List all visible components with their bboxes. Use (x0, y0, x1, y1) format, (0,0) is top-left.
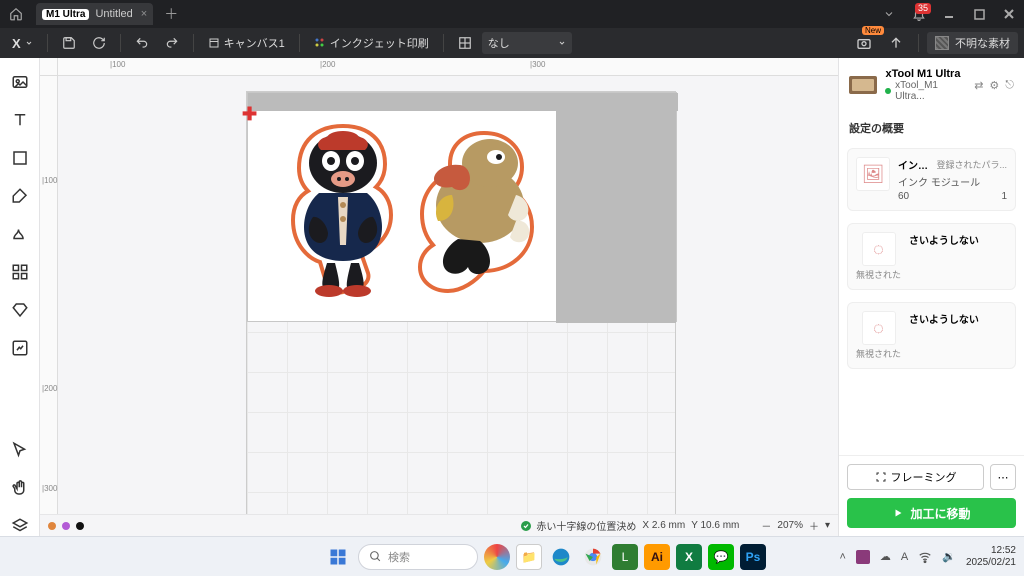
ignored-tag: 無視された (856, 347, 901, 360)
ignored-tag: 無視された (856, 268, 901, 281)
ruler-horizontal: |100 |200 |300 (58, 58, 838, 76)
layer-thumb-icon: 🖼 (856, 157, 890, 191)
artwork-duck-character[interactable] (398, 127, 538, 297)
taskbar-app-illustrator[interactable]: Ai (644, 544, 670, 570)
camera-overlay-button[interactable]: New (850, 32, 878, 54)
tool-select[interactable] (10, 440, 30, 460)
send-button[interactable] (882, 32, 910, 54)
tool-trace[interactable] (10, 338, 30, 358)
new-badge: New (862, 26, 884, 35)
more-button[interactable]: ⋯ (990, 464, 1016, 490)
layer-card[interactable]: ◌ 無視された さいようしない (847, 302, 1016, 369)
zoom-value: 207% (777, 520, 803, 531)
layer-card[interactable]: 🖼 インクジェッ...登録されたパラ... インク モジュール 601 (847, 148, 1016, 211)
taskbar-app-copilot[interactable] (484, 544, 510, 570)
layer-thumb-icon: ◌ (862, 232, 896, 266)
ruler-vertical: |100 |200 |300 (40, 76, 58, 536)
window-maximize-button[interactable] (964, 0, 994, 28)
taskbar-start-button[interactable] (324, 543, 352, 571)
canvas-label: キャンバス1 (224, 35, 285, 51)
tool-rectangle[interactable] (10, 148, 30, 168)
taskbar-app-edge[interactable] (548, 544, 574, 570)
document-name: Untitled (95, 8, 132, 20)
window-minimize-button[interactable] (934, 0, 964, 28)
print-mode-button[interactable]: インクジェット印刷 (308, 32, 435, 54)
tool-pen[interactable] (10, 186, 30, 206)
status-dot-orange (48, 522, 56, 530)
zoom-menu[interactable]: ▾ (825, 520, 830, 531)
tool-text[interactable] (10, 110, 30, 130)
framing-button[interactable]: フレーミング (847, 464, 984, 490)
device-connection: xTool_M1 Ultra... (885, 80, 966, 102)
tray-onedrive-icon[interactable]: ☁ (880, 550, 891, 563)
device-swap-icon[interactable]: ⇄ (974, 79, 983, 92)
grid-toggle[interactable] (452, 32, 478, 54)
tray-app-icon[interactable] (856, 550, 870, 564)
tool-path[interactable] (10, 224, 30, 244)
canvas-viewport[interactable]: ✚ (58, 76, 838, 536)
preset-value: なし (488, 35, 510, 51)
undo-button[interactable] (129, 32, 155, 54)
chevron-down-icon[interactable] (874, 0, 904, 28)
home-button[interactable] (0, 0, 32, 28)
pos-x: X 2.6 mm (642, 520, 685, 531)
save-button[interactable] (56, 32, 82, 54)
material-button[interactable]: 不明な素材 (927, 32, 1018, 54)
app-menu-button[interactable]: X (6, 32, 39, 54)
taskbar-app-line[interactable]: L (612, 544, 638, 570)
taskbar-search-placeholder: 検索 (388, 549, 410, 565)
new-tab-button[interactable]: ＋ (159, 3, 183, 25)
notifications-button[interactable]: 35 (904, 0, 934, 28)
zoom-out[interactable]: － (761, 518, 771, 533)
window-close-button[interactable] (994, 0, 1024, 28)
material-swatch-icon (935, 36, 949, 50)
canvas-menu[interactable]: キャンバス1 (202, 32, 291, 54)
device-badge: M1 Ultra (42, 9, 89, 20)
print-mode-label: インクジェット印刷 (330, 35, 429, 51)
artwork-pig-character[interactable] (283, 121, 403, 311)
origin-status: 赤い十字線の位置決め (520, 518, 636, 533)
settings-section-title: 設定の概要 (839, 110, 1024, 142)
material-label: 不明な素材 (955, 35, 1010, 51)
device-name: xTool M1 Ultra (885, 68, 966, 80)
process-button[interactable]: 加工に移動 (847, 498, 1016, 528)
ruler-corner (40, 58, 58, 76)
tray-wifi-icon[interactable] (918, 550, 932, 564)
notification-badge: 35 (915, 3, 931, 14)
taskbar-search[interactable]: 検索 (358, 544, 478, 570)
tool-shapes[interactable] (10, 262, 30, 282)
redo-button[interactable] (159, 32, 185, 54)
tool-hand[interactable] (10, 478, 30, 498)
device-thumb-icon (849, 76, 877, 94)
tray-clock[interactable]: 12:52 2025/02/21 (966, 545, 1016, 569)
layer-card[interactable]: ◌ 無視された さいようしない (847, 223, 1016, 290)
taskbar-app-explorer[interactable]: 📁 (516, 544, 542, 570)
taskbar-app-excel[interactable]: X (676, 544, 702, 570)
zoom-in[interactable]: ＋ (809, 518, 819, 533)
tray-volume-icon[interactable]: 🔉 (942, 550, 956, 563)
status-dot-purple (62, 522, 70, 530)
device-eject-icon[interactable]: ⎋ (1005, 79, 1014, 92)
work-mat: ✚ (246, 91, 676, 521)
pos-y: Y 10.6 mm (691, 520, 739, 531)
taskbar-app-chrome[interactable] (580, 544, 606, 570)
paper-sheet: ✚ (247, 92, 677, 322)
tool-layers[interactable] (10, 516, 30, 536)
status-dot-black (76, 522, 84, 530)
taskbar-app-photoshop[interactable]: Ps (740, 544, 766, 570)
close-tab-icon[interactable]: × (141, 8, 147, 20)
tool-library[interactable] (10, 300, 30, 320)
reload-button[interactable] (86, 32, 112, 54)
preset-dropdown[interactable]: なし (482, 32, 572, 54)
tool-image[interactable] (10, 72, 30, 92)
tray-overflow-icon[interactable]: ˄ (839, 551, 845, 563)
taskbar-app-line2[interactable]: 💬 (708, 544, 734, 570)
device-settings-icon[interactable]: ⚙ (989, 79, 999, 92)
layer-thumb-icon: ◌ (862, 311, 896, 345)
tray-ime-icon[interactable]: A (901, 551, 908, 563)
document-tab[interactable]: M1 Ultra Untitled × (36, 3, 153, 25)
